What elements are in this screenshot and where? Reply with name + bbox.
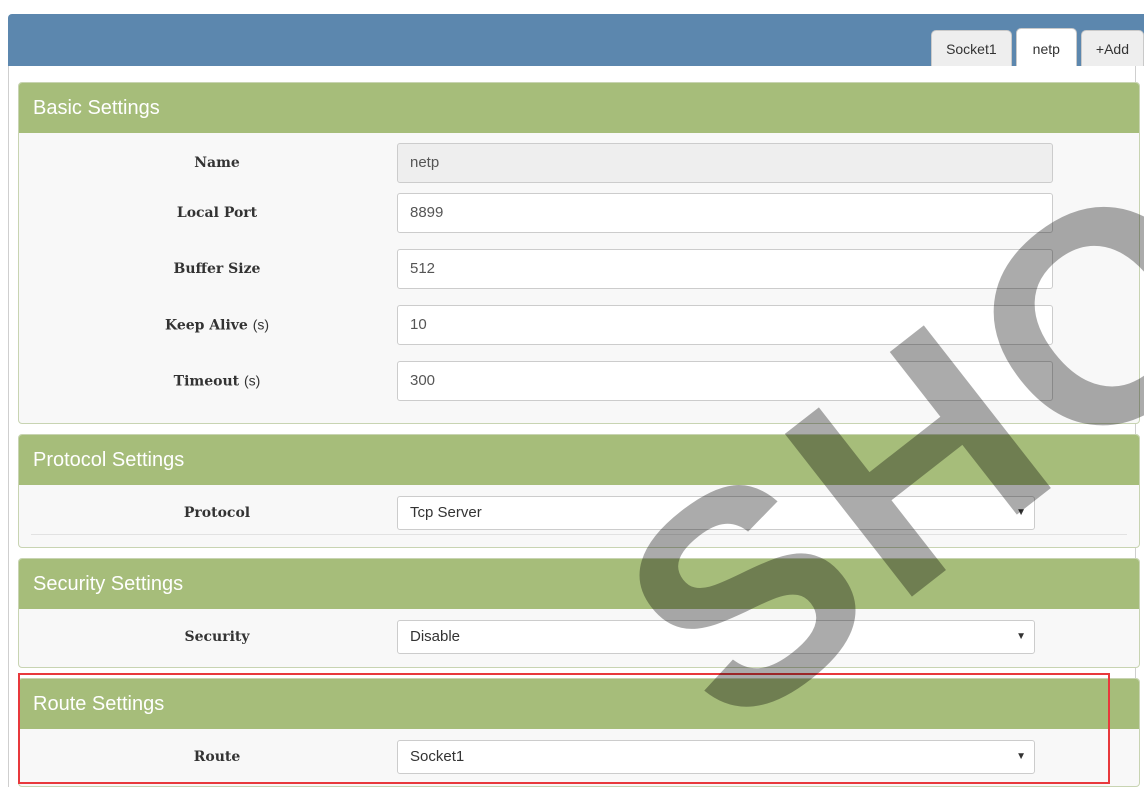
panel-title: Basic Settings (19, 83, 1139, 133)
local-port-field[interactable]: 8899 (397, 193, 1053, 233)
protocol-value: Tcp Server (410, 504, 482, 521)
panel-title: Route Settings (19, 679, 1139, 729)
route-select[interactable]: Socket1 ▼ (397, 740, 1035, 774)
basic-settings-panel: Basic Settings Name netp Local Port 8899… (18, 82, 1140, 424)
buffer-size-label: Buffer Size (173, 261, 261, 277)
security-value: Disable (410, 628, 461, 645)
panel-title: Protocol Settings (19, 435, 1139, 485)
protocol-select[interactable]: Tcp Server ▼ (397, 496, 1035, 530)
buffer-size-field[interactable]: 512 (397, 249, 1053, 289)
route-settings-panel: Route Settings Route Socket1 ▼ (18, 678, 1140, 787)
name-field: netp (397, 143, 1053, 183)
name-row: Name netp (19, 141, 1139, 185)
route-row: Route Socket1 ▼ (19, 729, 1139, 785)
chevron-down-icon: ▼ (1016, 631, 1026, 642)
protocol-label: Protocol (183, 505, 251, 521)
tab-add[interactable]: +Add (1080, 30, 1144, 66)
timeout-unit: (s) (244, 372, 261, 389)
local-port-row: Local Port 8899 (19, 185, 1139, 241)
divider (31, 534, 1127, 535)
chevron-down-icon: ▼ (1016, 751, 1026, 762)
panel-title: Security Settings (19, 559, 1139, 609)
local-port-label: Local Port (176, 205, 258, 221)
keep-alive-unit: (s) (252, 316, 270, 333)
security-row: Security Disable ▼ (19, 609, 1139, 665)
protocol-row: Protocol Tcp Server ▼ (19, 485, 1139, 541)
buffer-size-row: Buffer Size 512 (19, 241, 1139, 297)
keep-alive-row: Keep Alive (s) 10 (19, 297, 1139, 353)
timeout-row: Timeout (s) 300 (19, 353, 1139, 409)
tab-netp[interactable]: netp (1015, 28, 1077, 66)
chevron-down-icon: ▼ (1016, 507, 1026, 518)
keep-alive-field[interactable]: 10 (397, 305, 1053, 345)
security-settings-panel: Security Settings Security Disable ▼ (18, 558, 1140, 668)
name-label: Name (194, 155, 240, 171)
timeout-field[interactable]: 300 (397, 361, 1053, 401)
protocol-settings-panel: Protocol Settings Protocol Tcp Server ▼ (18, 434, 1140, 548)
socket-tabs: Socket1 netp +Add (927, 28, 1144, 66)
route-label: Route (193, 749, 241, 765)
timeout-label-text: Timeout (173, 373, 240, 390)
tab-socket1[interactable]: Socket1 (931, 30, 1012, 66)
timeout-label: Timeout (s) (19, 373, 415, 390)
keep-alive-label: Keep Alive (s) (19, 317, 415, 334)
security-label: Security (184, 629, 250, 645)
security-select[interactable]: Disable ▼ (397, 620, 1035, 654)
keep-alive-label-text: Keep Alive (164, 317, 248, 334)
top-nav-bar: Socket1 netp +Add (8, 14, 1144, 66)
route-value: Socket1 (410, 748, 465, 765)
